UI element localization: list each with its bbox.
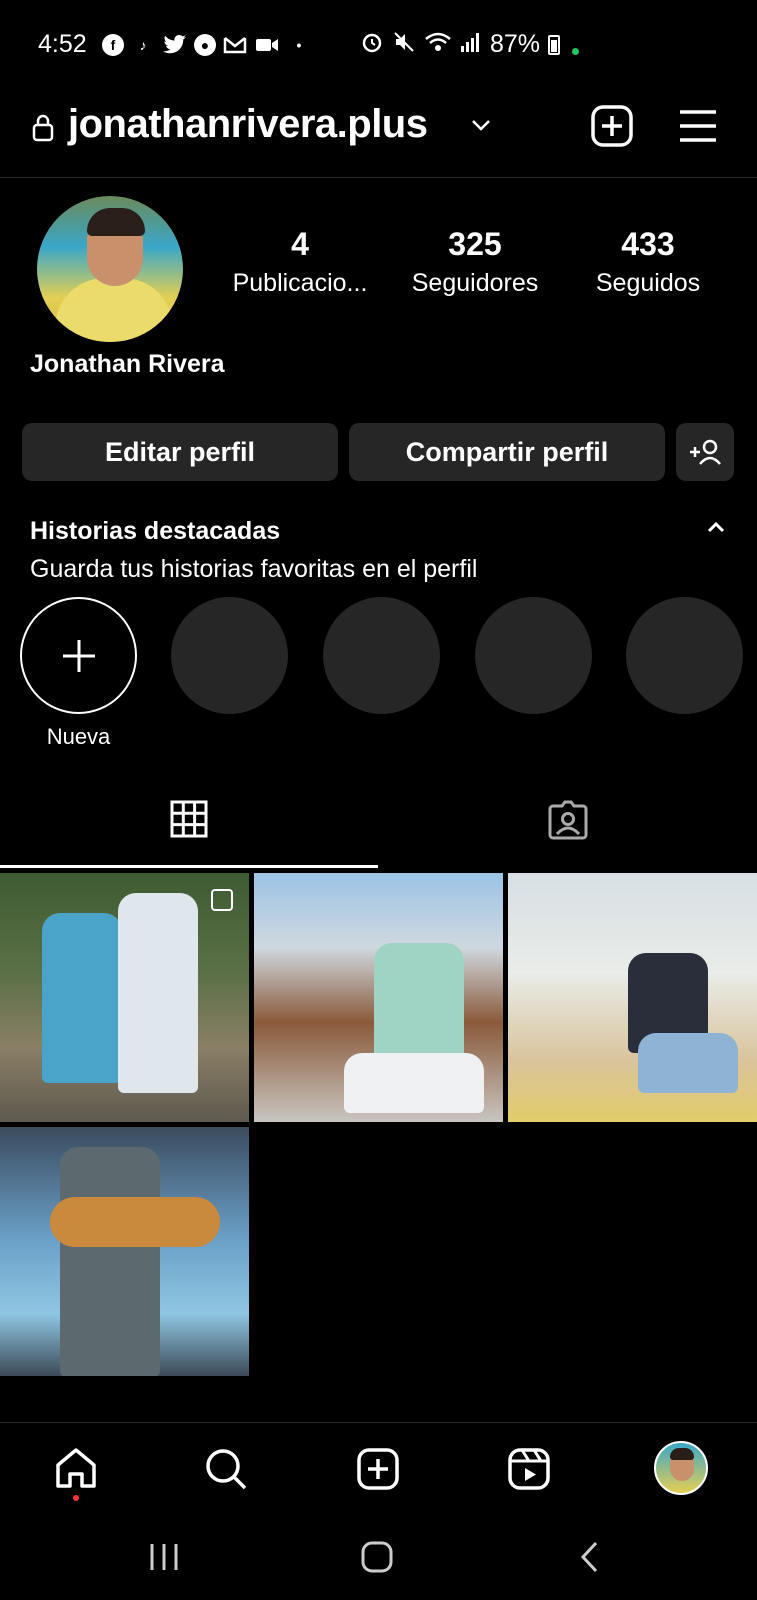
post-thumbnail[interactable] xyxy=(0,873,249,1122)
highlight-placeholder xyxy=(475,597,592,714)
hamburger-icon[interactable] xyxy=(678,108,718,144)
home-button-icon[interactable] xyxy=(360,1540,394,1574)
highlights-subtitle: Guarda tus historias favoritas en el per… xyxy=(30,555,478,583)
chevron-up-icon[interactable] xyxy=(706,520,726,534)
new-highlight-button[interactable] xyxy=(20,597,137,714)
post-person xyxy=(374,943,464,1063)
tagged-icon[interactable] xyxy=(547,800,589,840)
system-nav-bar xyxy=(0,1518,757,1600)
username-title[interactable]: jonathanrivera.plus xyxy=(68,102,428,147)
avatar-shirt xyxy=(55,278,173,342)
active-tab-indicator xyxy=(0,865,378,868)
notification-dot xyxy=(73,1495,79,1501)
profile-full-name: Jonathan Rivera xyxy=(30,350,225,378)
highlight-placeholder xyxy=(626,597,743,714)
notification-icons: f ♪ ● • xyxy=(102,32,312,58)
search-icon[interactable] xyxy=(204,1447,248,1491)
post-person xyxy=(344,1053,484,1113)
post-thumbnail[interactable] xyxy=(0,1127,249,1376)
share-profile-button[interactable]: Compartir perfil xyxy=(349,423,665,481)
profile-avatar[interactable] xyxy=(37,196,183,342)
plus-square-icon[interactable] xyxy=(590,104,634,148)
signal-icon xyxy=(460,32,482,57)
status-time: 4:52 xyxy=(38,30,87,58)
carousel-icon xyxy=(211,889,233,911)
new-highlight-label: Nueva xyxy=(46,724,111,749)
highlights-title: Historias destacadas xyxy=(30,517,281,545)
stat-posts-value: 4 xyxy=(291,226,309,262)
highlight-placeholder xyxy=(323,597,440,714)
status-indicators: 87% xyxy=(360,30,580,59)
grid-icon[interactable] xyxy=(170,800,208,838)
recent-apps-icon[interactable] xyxy=(148,1542,180,1572)
mute-icon xyxy=(392,30,416,59)
post-person xyxy=(42,913,122,1083)
video-icon xyxy=(254,32,280,58)
privacy-indicator xyxy=(572,48,580,55)
account-icon: ● xyxy=(194,34,216,56)
stat-followers[interactable]: 325 Seguidores xyxy=(395,226,555,298)
create-post-icon[interactable] xyxy=(356,1447,400,1491)
post-person xyxy=(60,1147,160,1376)
stat-following[interactable]: 433 Seguidos xyxy=(568,226,728,298)
post-person xyxy=(638,1033,738,1093)
back-icon[interactable] xyxy=(578,1540,602,1574)
post-guitar xyxy=(50,1197,220,1247)
edit-profile-button[interactable]: Editar perfil xyxy=(22,423,338,481)
wifi-icon xyxy=(424,31,452,58)
avatar-hair xyxy=(670,1448,694,1460)
status-bar: 4:52 f ♪ ● • 87% xyxy=(0,0,757,90)
reels-icon[interactable] xyxy=(507,1447,551,1491)
profile-avatar-small[interactable] xyxy=(654,1441,708,1495)
gmail-icon xyxy=(222,32,248,58)
stat-posts-label: Publicacio... xyxy=(232,269,368,297)
home-icon[interactable] xyxy=(54,1447,98,1489)
post-person xyxy=(118,893,198,1093)
battery-percent: 87% xyxy=(490,30,541,58)
post-thumbnail[interactable] xyxy=(508,873,757,1122)
more-dot-icon: • xyxy=(296,37,302,53)
bottom-nav xyxy=(0,1422,757,1518)
stat-following-label: Seguidos xyxy=(595,269,701,297)
chevron-down-icon[interactable] xyxy=(470,118,492,132)
avatar-hair xyxy=(87,208,145,236)
stat-following-value: 433 xyxy=(621,226,675,262)
twitter-icon xyxy=(162,32,188,58)
lock-icon xyxy=(32,114,54,142)
alarm-icon xyxy=(360,30,384,59)
stat-posts[interactable]: 4 Publicacio... xyxy=(220,226,380,298)
battery-icon xyxy=(548,34,561,55)
highlight-placeholder xyxy=(171,597,288,714)
facebook-icon: f xyxy=(102,34,124,56)
add-person-icon xyxy=(690,439,721,465)
tiktok-icon: ♪ xyxy=(139,37,147,53)
plus-icon xyxy=(62,639,95,672)
stat-followers-value: 325 xyxy=(448,226,502,262)
discover-people-button[interactable] xyxy=(676,423,734,481)
profile-header: jonathanrivera.plus xyxy=(0,90,757,178)
post-thumbnail[interactable] xyxy=(254,873,503,1122)
stat-followers-label: Seguidores xyxy=(411,269,539,297)
